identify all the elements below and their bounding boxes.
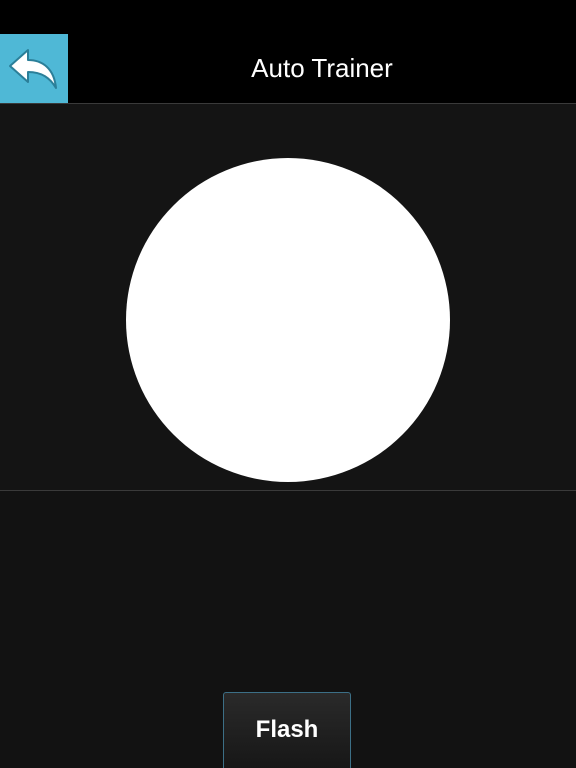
status-bar [0,0,576,34]
stimulus-circle [126,158,450,482]
stimulus-area [0,104,576,491]
page-title: Auto Trainer [251,53,393,83]
header-bar: Auto Trainer [0,34,576,104]
back-button[interactable] [0,34,68,103]
back-arrow-icon [9,48,57,89]
auto-trainer-screen: Auto Trainer Flash [0,0,576,768]
flash-button[interactable]: Flash [223,692,351,768]
